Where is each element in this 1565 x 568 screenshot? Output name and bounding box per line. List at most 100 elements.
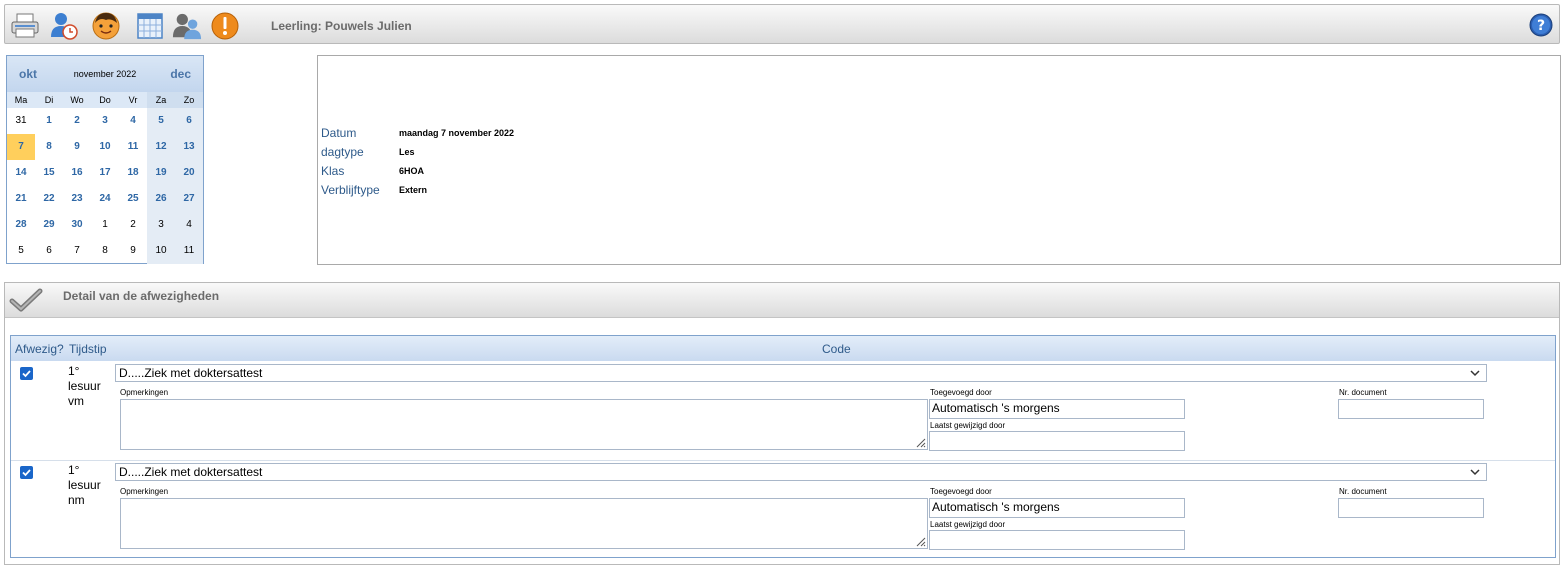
calendar-day[interactable]: 2 <box>119 212 147 238</box>
afwezig-checkbox[interactable] <box>20 466 33 479</box>
calendar-day[interactable]: 25 <box>119 186 147 212</box>
table-row: 1° lesuur vm D.....Ziek met doktersattes… <box>11 362 1555 459</box>
calendar-day[interactable]: 2 <box>63 108 91 134</box>
calendar-day[interactable]: 27 <box>175 186 203 212</box>
toegevoegd-label: Toegevoegd door <box>930 388 992 397</box>
calendar-day[interactable]: 19 <box>147 160 175 186</box>
calendar-day[interactable]: 16 <box>63 160 91 186</box>
calendar-day[interactable]: 18 <box>119 160 147 186</box>
dagtype-label: dagtype <box>321 145 364 159</box>
calendar-day[interactable]: 6 <box>175 108 203 134</box>
calendar-day[interactable]: 23 <box>63 186 91 212</box>
student-face-icon[interactable] <box>91 11 121 41</box>
calendar-day[interactable]: 3 <box>91 108 119 134</box>
day-info-panel: Datum maandag 7 november 2022 dagtype Le… <box>317 55 1561 265</box>
tijdstip-value: 1° lesuur nm <box>68 463 101 507</box>
weekday-header: Wo <box>63 92 91 108</box>
header-tijdstip: Tijdstip <box>69 342 107 356</box>
gewijzigd-field[interactable] <box>929 431 1185 451</box>
code-select[interactable]: D.....Ziek met doktersattest <box>115 463 1487 481</box>
calendar-day[interactable]: 17 <box>91 160 119 186</box>
detail-header: Detail van de afwezigheden <box>5 283 1559 318</box>
calendar-day[interactable]: 4 <box>119 108 147 134</box>
calendar-day[interactable]: 15 <box>35 160 63 186</box>
dagtype-value: Les <box>399 147 415 157</box>
calendar-day[interactable]: 31 <box>7 108 35 134</box>
calendar-day[interactable]: 3 <box>147 212 175 238</box>
next-month-link[interactable]: dec <box>170 67 191 81</box>
code-select[interactable]: D.....Ziek met doktersattest <box>115 364 1487 382</box>
calendar-day[interactable]: 9 <box>119 238 147 264</box>
datum-value: maandag 7 november 2022 <box>399 128 515 138</box>
absence-detail-section: Detail van de afwezigheden Afwezig? Tijd… <box>4 282 1560 565</box>
afwezig-checkbox[interactable] <box>20 367 33 380</box>
warning-icon[interactable] <box>210 11 240 41</box>
calendar-day[interactable]: 10 <box>91 134 119 160</box>
opmerkingen-textarea[interactable] <box>120 399 928 450</box>
opmerkingen-label: Opmerkingen <box>120 487 169 496</box>
calendar-day[interactable]: 22 <box>35 186 63 212</box>
nr-document-label: Nr. document <box>1339 487 1387 496</box>
nr-document-label: Nr. document <box>1339 388 1387 397</box>
opmerkingen-textarea[interactable] <box>120 498 928 549</box>
toegevoegd-field[interactable]: Automatisch 's morgens <box>929 399 1185 419</box>
weekday-header: Do <box>91 92 119 108</box>
checkmark-icon[interactable] <box>9 287 43 313</box>
resize-grip-icon[interactable] <box>914 535 926 547</box>
help-icon[interactable]: ? <box>1529 13 1553 37</box>
verblijftype-value: Extern <box>399 185 428 195</box>
weekday-header: Vr <box>119 92 147 108</box>
calendar-day[interactable]: 1 <box>91 212 119 238</box>
svg-text:?: ? <box>1537 18 1545 34</box>
user-clock-icon[interactable] <box>49 11 79 41</box>
klas-value: 6HOA <box>399 166 425 176</box>
toegevoegd-label: Toegevoegd door <box>930 487 992 496</box>
calendar-day[interactable]: 6 <box>35 238 63 264</box>
toolbar: Leerling: Pouwels Julien ? <box>4 4 1560 44</box>
datum-label: Datum <box>321 126 357 140</box>
calendar-day[interactable]: 10 <box>147 238 175 264</box>
student-title: Leerling: Pouwels Julien <box>271 19 412 33</box>
calendar-day[interactable]: 29 <box>35 212 63 238</box>
calendar-day[interactable]: 5 <box>147 108 175 134</box>
calendar-icon[interactable] <box>135 11 165 41</box>
toegevoegd-field[interactable]: Automatisch 's morgens <box>929 498 1185 518</box>
calendar-day[interactable]: 12 <box>147 134 175 160</box>
printer-icon[interactable] <box>10 11 40 41</box>
calendar-day[interactable]: 1 <box>35 108 63 134</box>
calendar-day[interactable]: 7 <box>7 134 35 160</box>
gewijzigd-label: Laatst gewijzigd door <box>930 421 1006 430</box>
weekday-header: Di <box>35 92 63 108</box>
calendar-day[interactable]: 24 <box>91 186 119 212</box>
calendar-day[interactable]: 26 <box>147 186 175 212</box>
calendar-header: okt november 2022 dec <box>7 56 203 92</box>
table-row: 1° lesuur nm D.....Ziek met doktersattes… <box>11 460 1555 558</box>
calendar-day[interactable]: 7 <box>63 238 91 264</box>
calendar-day[interactable]: 20 <box>175 160 203 186</box>
calendar-day[interactable]: 8 <box>91 238 119 264</box>
code-selected-value: D.....Ziek met doktersattest <box>119 366 263 380</box>
calendar-day[interactable]: 11 <box>119 134 147 160</box>
gewijzigd-field[interactable] <box>929 530 1185 550</box>
tijdstip-value: 1° lesuur vm <box>68 364 101 408</box>
calendar-grid: Ma Di Wo Do Vr Za Zo 31 1 2 3 4 5 6 7 8 9 10 11 12 13 14 15 16 1… <box>7 92 203 264</box>
calendar-day[interactable]: 13 <box>175 134 203 160</box>
calendar-day[interactable]: 28 <box>7 212 35 238</box>
calendar-day[interactable]: 14 <box>7 160 35 186</box>
calendar-day[interactable]: 11 <box>175 238 203 264</box>
header-afwezig: Afwezig? <box>15 342 64 356</box>
users-icon[interactable] <box>172 11 202 41</box>
calendar-day[interactable]: 5 <box>7 238 35 264</box>
nr-document-field[interactable] <box>1338 498 1484 518</box>
calendar-day[interactable]: 21 <box>7 186 35 212</box>
calendar-day[interactable]: 4 <box>175 212 203 238</box>
opmerkingen-label: Opmerkingen <box>120 388 169 397</box>
verblijftype-label: Verblijftype <box>321 183 380 197</box>
calendar-day[interactable]: 9 <box>63 134 91 160</box>
nr-document-field[interactable] <box>1338 399 1484 419</box>
table-header: Afwezig? Tijdstip Code <box>11 336 1555 361</box>
calendar-day[interactable]: 8 <box>35 134 63 160</box>
calendar-day[interactable]: 30 <box>63 212 91 238</box>
resize-grip-icon[interactable] <box>914 436 926 448</box>
chevron-down-icon <box>1470 370 1480 377</box>
